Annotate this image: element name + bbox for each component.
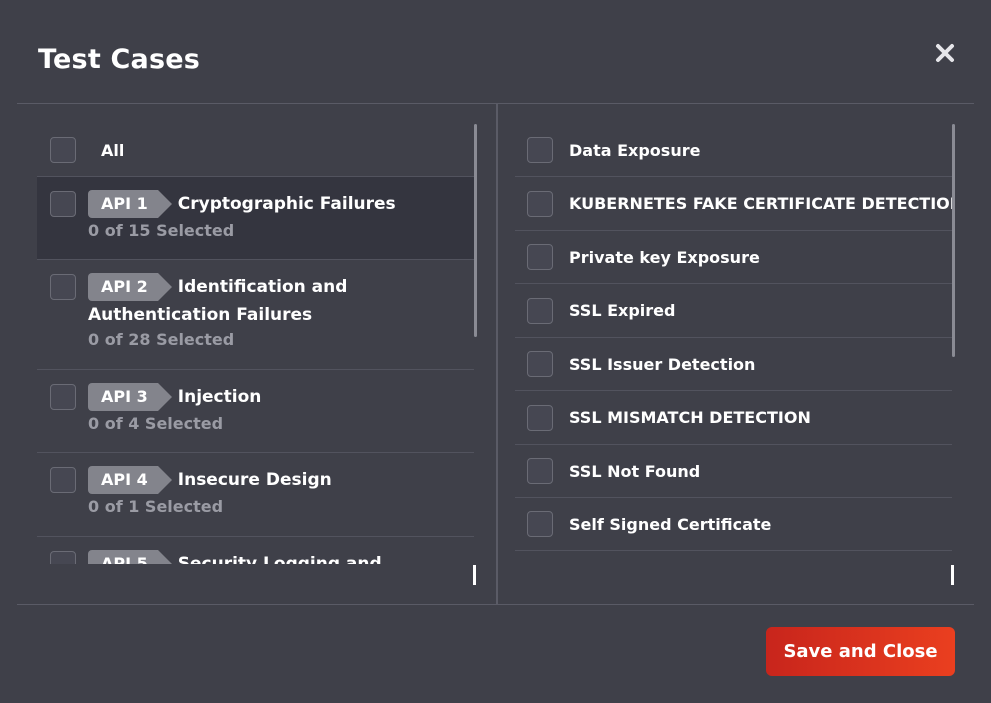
test-case-checkbox[interactable] — [527, 404, 553, 431]
footer-divider — [17, 604, 974, 605]
category-checkbox[interactable] — [50, 384, 76, 410]
category-checkbox[interactable] — [50, 191, 76, 217]
category-title: Identification and — [177, 277, 348, 297]
category-title: Security Logging and Monitoring — [177, 554, 382, 564]
test-case-label: SSL Not Found — [569, 461, 701, 481]
category-checkbox[interactable] — [50, 467, 76, 493]
test-case-checkbox[interactable] — [527, 351, 553, 377]
test-case-item[interactable]: SSL Not Found — [515, 445, 952, 498]
api-tag: API 4 — [88, 466, 172, 494]
test-case-checkbox[interactable] — [527, 511, 553, 537]
test-case-item[interactable]: SSL Expired — [515, 284, 952, 338]
category-title: Injection — [177, 387, 262, 407]
category-list: All API 1 Cryptographic Failures 0 of 15… — [37, 124, 474, 564]
api-tag: API 2 — [88, 273, 172, 301]
test-case-checkbox[interactable] — [527, 190, 553, 217]
category-list-scrollbar[interactable] — [474, 124, 477, 337]
test-case-checkbox[interactable] — [527, 137, 553, 163]
category-item-api-1[interactable]: API 1 Cryptographic Failures 0 of 15 Sel… — [37, 177, 474, 260]
category-title: Cryptographic Failures — [177, 194, 396, 214]
category-item-api-5[interactable]: API 5 Security Logging and Monitoring — [37, 537, 474, 564]
test-case-list-scroll-end — [951, 565, 954, 585]
category-title: Insecure Design — [177, 470, 332, 490]
close-icon[interactable] — [934, 42, 956, 64]
test-case-list-scrollbar[interactable] — [952, 124, 955, 357]
test-case-checkbox[interactable] — [527, 297, 553, 324]
panel-divider — [496, 104, 498, 604]
selected-count: 0 of 15 Selected — [88, 221, 235, 240]
test-case-label: SSL Issuer Detection — [569, 354, 756, 374]
test-case-checkbox[interactable] — [527, 458, 553, 484]
test-case-label: KUBERNETES FAKE CERTIFICATE DETECTION — [569, 194, 952, 213]
test-case-label: SSL Expired — [569, 301, 676, 320]
test-case-list: Data Exposure KUBERNETES FAKE CERTIFICAT… — [515, 124, 952, 564]
category-item-api-2[interactable]: API 2 Identification and Authentication … — [37, 260, 474, 370]
api-tag: API 5 — [88, 550, 172, 564]
test-case-label: SSL MISMATCH DETECTION — [569, 408, 811, 427]
save-and-close-button[interactable]: Save and Close — [766, 627, 955, 676]
modal-title: Test Cases — [38, 44, 201, 75]
select-all-label: All — [101, 140, 125, 160]
category-list-scroll-end — [473, 565, 476, 585]
selected-count: 0 of 4 Selected — [88, 414, 224, 433]
category-item-api-3[interactable]: API 3 Injection 0 of 4 Selected — [37, 370, 474, 453]
api-tag: API 1 — [88, 190, 172, 218]
selected-count: 0 of 28 Selected — [88, 330, 235, 349]
api-tag: API 3 — [88, 383, 172, 411]
test-case-item[interactable]: Private key Exposure — [515, 231, 952, 284]
category-item-api-4[interactable]: API 4 Insecure Design 0 of 1 Selected — [37, 453, 474, 537]
test-case-label: Data Exposure — [569, 140, 701, 160]
test-case-item[interactable]: Self Signed Certificate — [515, 498, 952, 551]
category-title-wrap: Authentication Failures — [88, 305, 313, 325]
select-all-checkbox[interactable] — [50, 137, 76, 163]
select-all-row[interactable]: All — [37, 124, 474, 177]
test-case-label: Private key Exposure — [569, 247, 760, 267]
test-case-item[interactable]: KUBERNETES FAKE CERTIFICATE DETECTION — [515, 177, 952, 231]
test-case-item[interactable]: SSL MISMATCH DETECTION — [515, 391, 952, 445]
test-case-item[interactable]: SSL Issuer Detection — [515, 338, 952, 391]
category-checkbox[interactable] — [50, 274, 76, 300]
test-case-checkbox[interactable] — [527, 244, 553, 270]
test-case-label: Self Signed Certificate — [569, 514, 772, 534]
category-checkbox[interactable] — [50, 551, 76, 564]
test-case-item[interactable]: Data Exposure — [515, 124, 952, 177]
selected-count: 0 of 1 Selected — [88, 497, 224, 516]
